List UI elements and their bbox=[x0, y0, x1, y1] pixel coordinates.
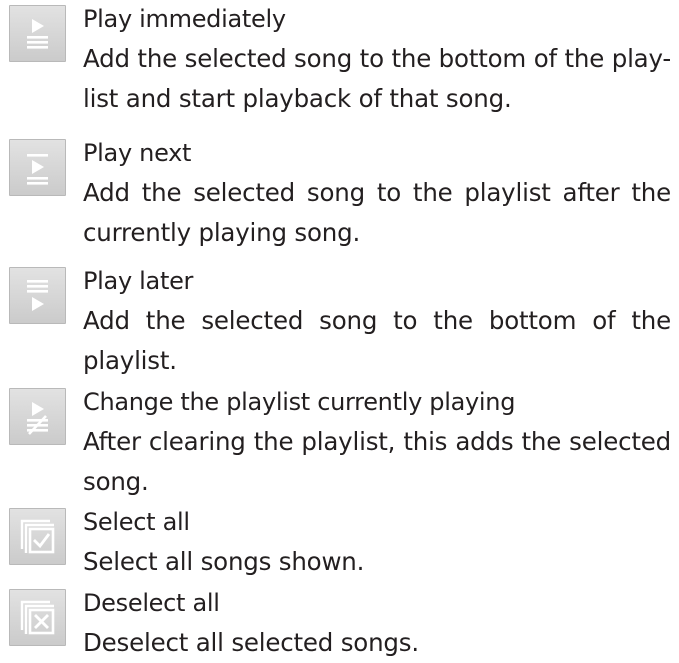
item-title: Play next bbox=[83, 139, 192, 167]
select-all-icon bbox=[9, 508, 66, 565]
item-description: Select all songs shown. bbox=[83, 547, 365, 576]
item-title: Change the playlist currently playing bbox=[83, 388, 516, 416]
change-playlist-icon bbox=[9, 388, 66, 445]
item-title: Deselect all bbox=[83, 589, 220, 617]
item-description: Add the selected song to the bottom of t… bbox=[83, 44, 671, 113]
item-title: Play immediately bbox=[83, 5, 286, 33]
deselect-all-icon bbox=[9, 589, 66, 646]
item-description: Deselect all selected songs. bbox=[83, 628, 419, 657]
play-immediately-icon bbox=[9, 5, 66, 62]
item-description: After clearing the playlist, this adds t… bbox=[83, 427, 671, 496]
play-next-icon bbox=[9, 139, 66, 196]
item-description: Add the selected song to the bottom of t… bbox=[83, 306, 671, 375]
item-title: Select all bbox=[83, 508, 190, 536]
item-description: Add the selected song to the playlist af… bbox=[83, 178, 671, 247]
item-title: Play later bbox=[83, 267, 194, 295]
play-later-icon bbox=[9, 267, 66, 324]
